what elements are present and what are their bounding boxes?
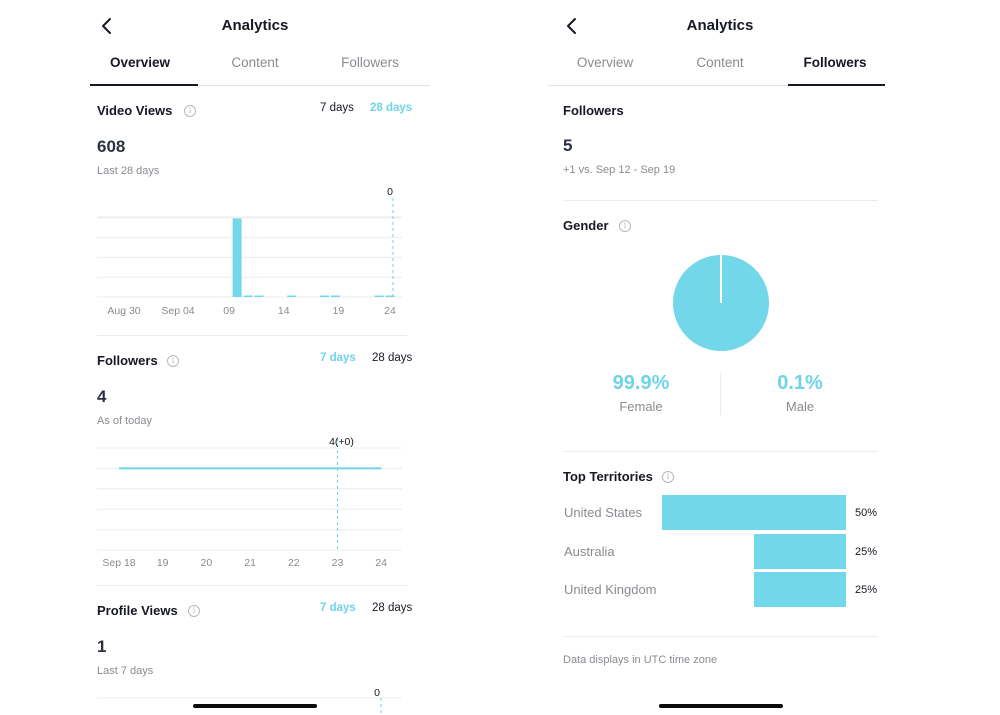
bar[interactable] [374, 295, 384, 298]
info-icon[interactable]: i [188, 605, 200, 617]
home-indicator[interactable] [659, 704, 783, 708]
x-tick-label: 22 [288, 557, 300, 569]
territories-title: Top Territories [563, 469, 653, 484]
video-views-chart: 0 Aug 30 Sep 04 09 14 19 24 [97, 186, 407, 317]
gender-separator [720, 373, 721, 415]
chevron-left-icon [567, 18, 576, 34]
profile-views-value: 1 [97, 637, 107, 656]
bar[interactable] [232, 218, 242, 297]
bar[interactable] [320, 295, 330, 298]
followers-value: 4 [97, 387, 107, 406]
tab-bar: Overview Content Followers [548, 52, 885, 86]
followers-title: Followers [563, 103, 624, 118]
tab-content[interactable]: Content [670, 55, 770, 70]
x-tick-label: 09 [223, 305, 235, 317]
x-tick-label: 24 [384, 305, 396, 317]
territory-percent: 50% [855, 507, 878, 519]
page-title: Analytics [221, 17, 289, 34]
x-tick-label: Aug 30 [107, 305, 140, 317]
video-views-caption: Last 28 days [97, 165, 160, 177]
divider [563, 451, 878, 452]
info-icon[interactable]: i [619, 220, 631, 232]
range-28-days[interactable]: 28 days [372, 352, 412, 364]
territory-name: United Kingdom [564, 582, 657, 597]
male-label: Male [785, 399, 815, 414]
profile-views-chart: 0 [97, 686, 407, 715]
marker-label: 0 [387, 186, 393, 198]
range-28-days[interactable]: 28 days [372, 602, 412, 614]
divider [563, 636, 878, 637]
bar[interactable] [243, 295, 253, 298]
video-views-svg: 0 Aug 30 Sep 04 09 14 19 24 [97, 186, 402, 317]
chevron-left-icon [102, 18, 111, 34]
bar[interactable] [287, 295, 297, 298]
territory-name: Australia [564, 543, 615, 559]
marker-label: 4(+0) [329, 436, 354, 448]
back-button[interactable] [97, 14, 117, 38]
female-label: Female [619, 399, 663, 414]
overview-screen: Analytics Overview Content Followers Vid… [80, 0, 440, 715]
followers-svg: 4(+0) Sep 18 19 20 21 22 23 24 [97, 436, 402, 569]
range-7-days[interactable]: 7 days [320, 602, 356, 614]
gender-title: Gender [563, 218, 609, 233]
x-tick-label: 24 [375, 557, 387, 569]
tab-overview[interactable]: Overview [90, 55, 190, 70]
profile-views-caption: Last 7 days [97, 665, 154, 677]
bar[interactable] [254, 295, 264, 298]
territory-name: United States [564, 505, 643, 520]
info-icon[interactable]: i [184, 105, 196, 117]
profile-views-title: Profile Views [97, 603, 178, 618]
pie-svg [673, 255, 769, 351]
followers-title: Followers [97, 353, 158, 368]
followers-caption: As of today [97, 415, 153, 427]
territory-bar[interactable] [662, 495, 846, 530]
divider [97, 585, 407, 586]
tab-followers[interactable]: Followers [320, 55, 420, 70]
tab-content[interactable]: Content [205, 55, 305, 70]
x-tick-label: 23 [332, 557, 344, 569]
followers-caption: +1 vs. Sep 12 - Sep 19 [563, 164, 676, 176]
followers-value: 5 [563, 136, 573, 155]
home-indicator[interactable] [193, 704, 317, 708]
x-tick-label: 14 [278, 305, 290, 317]
divider [563, 200, 878, 201]
gender-pie-chart [672, 254, 770, 352]
range-7-days[interactable]: 7 days [320, 102, 354, 114]
male-percent: 0.1% [777, 372, 823, 394]
territory-percent: 25% [855, 545, 878, 558]
female-percent: 99.9% [612, 372, 670, 394]
followers-screen: Analytics Overview Content Followers Fol… [545, 0, 895, 715]
bar[interactable] [330, 295, 340, 298]
video-views-title: Video Views [97, 103, 173, 118]
territory-bar[interactable] [754, 572, 846, 607]
followers-chart: 4(+0) Sep 18 19 20 21 22 23 24 [97, 436, 407, 571]
x-tick-label: Sep 18 [102, 557, 135, 569]
info-icon[interactable]: i [662, 471, 674, 483]
x-tick-label: 20 [201, 557, 213, 569]
tab-overview[interactable]: Overview [555, 55, 655, 70]
divider [97, 335, 407, 336]
x-tick-label: 21 [244, 557, 256, 569]
territory-percent: 25% [855, 584, 878, 596]
range-28-days[interactable]: 28 days [370, 102, 412, 114]
active-tab-indicator [788, 84, 885, 86]
page-title: Analytics [686, 17, 754, 34]
timezone-footnote: Data displays in UTC time zone [563, 654, 718, 666]
x-tick-label: Sep 04 [161, 305, 194, 317]
territory-bar[interactable] [754, 533, 846, 569]
x-tick-label: 19 [157, 557, 169, 569]
tab-bar: Overview Content Followers [90, 52, 430, 86]
back-button[interactable] [562, 14, 582, 38]
tab-followers[interactable]: Followers [785, 55, 885, 70]
info-icon[interactable]: i [167, 355, 179, 367]
video-views-value: 608 [97, 137, 126, 156]
x-tick-label: 19 [333, 305, 345, 317]
range-7-days[interactable]: 7 days [320, 352, 356, 364]
active-tab-indicator [90, 84, 198, 86]
marker-label: 0 [374, 687, 380, 699]
